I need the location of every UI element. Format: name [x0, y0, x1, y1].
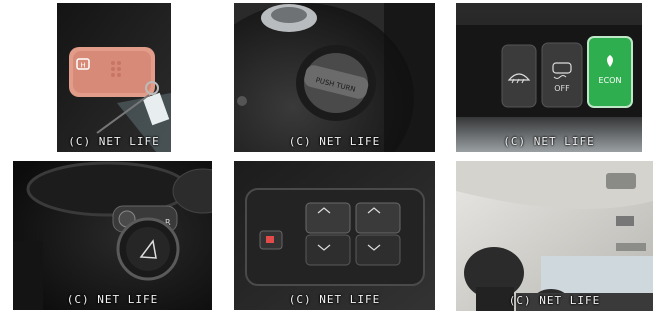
watermark: (C) NET LIFE	[66, 293, 159, 306]
econ-label: ECON	[599, 76, 622, 85]
photo-mirror-switch: L R (C) NET LIFE	[13, 161, 212, 310]
off-label: OFF	[554, 84, 570, 93]
watermark: (C) NET LIFE	[508, 294, 601, 307]
watermark: (C) NET LIFE	[288, 293, 381, 306]
photo-key-fob: H (C) NET LIFE	[57, 3, 171, 152]
window-lock-indicator	[266, 236, 274, 243]
photo-window-switches: (C) NET LIFE	[234, 161, 435, 310]
photo-ignition: PUSH TURN (C) NET LIFE	[234, 3, 435, 152]
watermark: (C) NET LIFE	[68, 135, 160, 148]
watermark: (C) NET LIFE	[288, 135, 381, 148]
photo-cabin-interior: (C) NET LIFE	[456, 161, 653, 311]
photo-dash-switches: OFF ECON (C) NET LIFE	[456, 3, 642, 152]
svg-text:H: H	[80, 62, 85, 70]
watermark: (C) NET LIFE	[503, 135, 595, 148]
